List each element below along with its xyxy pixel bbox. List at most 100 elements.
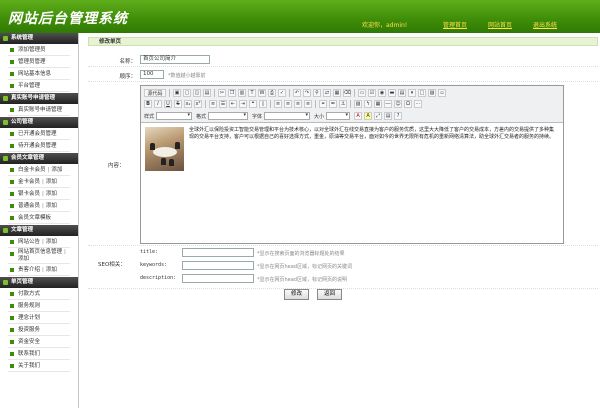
bold-icon[interactable]: B <box>144 100 152 108</box>
preview-icon[interactable]: ◫ <box>193 89 201 97</box>
sidebar-section-system[interactable]: 系统管理 <box>0 33 78 44</box>
sidebar-item-payment[interactable]: 付款方式 <box>8 289 70 300</box>
sidebar-item-real-account-manage[interactable]: 真实账号申请管理 <box>8 105 70 116</box>
align-right-icon[interactable]: ≡ <box>294 100 302 108</box>
image-button-icon[interactable]: ▨ <box>428 89 436 97</box>
align-center-icon[interactable]: ≡ <box>284 100 292 108</box>
subscript-icon[interactable]: x₂ <box>184 100 192 108</box>
sidebar-item-rules[interactable]: 服务规则 <box>8 301 70 312</box>
ordered-list-icon[interactable]: ≡ <box>209 100 217 108</box>
add-link[interactable]: 添加 <box>46 179 57 185</box>
add-link[interactable]: 添加 <box>46 267 57 273</box>
add-link[interactable]: 添加 <box>51 167 62 173</box>
print-icon[interactable]: ⎙ <box>268 89 276 97</box>
show-blocks-icon[interactable]: ▤ <box>384 112 393 120</box>
italic-icon[interactable]: I <box>154 100 162 108</box>
select-field-icon[interactable]: ▾ <box>408 89 416 97</box>
paste-text-icon[interactable]: T <box>248 89 256 97</box>
text-color-icon[interactable]: A <box>354 112 363 120</box>
page-break-icon[interactable]: ⋯ <box>414 100 422 108</box>
nav-logout-link[interactable]: 退出系统 <box>533 20 557 29</box>
sidebar-item-platform[interactable]: 平台管理 <box>8 81 70 92</box>
sidebar-item-site-info[interactable]: 网站基本信息 <box>8 69 70 80</box>
nav-admin-home-link[interactable]: 管理首页 <box>443 20 467 29</box>
bg-color-icon[interactable]: A <box>364 112 373 120</box>
sidebar-section-articles[interactable]: 文章管理 <box>0 225 78 236</box>
source-code-button[interactable]: 源代码 <box>144 89 166 97</box>
checkbox-icon[interactable]: ☑ <box>368 89 376 97</box>
sidebar-item-about[interactable]: 关于我们 <box>8 361 70 372</box>
font-select[interactable] <box>264 112 311 120</box>
order-input[interactable]: 100 <box>140 70 164 79</box>
seo-keywords-input[interactable] <box>182 261 254 270</box>
spellcheck-icon[interactable]: ✓ <box>278 89 286 97</box>
sidebar-item-pending-members[interactable]: 待开通会员管理 <box>8 141 70 152</box>
indent-icon[interactable]: ⇥ <box>239 100 247 108</box>
outdent-icon[interactable]: ⇤ <box>229 100 237 108</box>
blockquote-icon[interactable]: ❝ <box>249 100 257 108</box>
find-icon[interactable]: ⚲ <box>313 89 321 97</box>
sidebar-item-notice[interactable]: 网站公告 | 添加 <box>8 237 70 248</box>
special-char-icon[interactable]: Ω <box>404 100 412 108</box>
textarea-icon[interactable]: ▤ <box>398 89 406 97</box>
anchor-icon[interactable]: ⚓ <box>339 100 347 108</box>
undo-icon[interactable]: ↶ <box>293 89 301 97</box>
smiley-icon[interactable]: ☺ <box>394 100 402 108</box>
sidebar-item-gold[interactable]: 金卡会员 | 添加 <box>8 177 70 188</box>
align-left-icon[interactable]: ≡ <box>274 100 282 108</box>
sidebar-item-guest-intro[interactable]: 贵客介绍 | 添加 <box>8 265 70 276</box>
sidebar-section-company[interactable]: 公司管理 <box>0 117 78 128</box>
unlink-icon[interactable]: ⚮ <box>329 100 337 108</box>
new-page-icon[interactable]: ▢ <box>183 89 191 97</box>
radio-icon[interactable]: ◉ <box>378 89 386 97</box>
sidebar-item-admin-manage[interactable]: 管理员管理 <box>8 57 70 68</box>
seo-title-input[interactable] <box>182 248 254 257</box>
sidebar-section-single-page[interactable]: 单页管理 <box>0 277 78 288</box>
unordered-list-icon[interactable]: ☰ <box>219 100 227 108</box>
link-icon[interactable]: ⚭ <box>319 100 327 108</box>
sidebar-item-silver[interactable]: 银卡会员 | 添加 <box>8 189 70 200</box>
sidebar-item-opened-members[interactable]: 已开通会员管理 <box>8 129 70 140</box>
underline-icon[interactable]: U <box>164 100 172 108</box>
hr-icon[interactable]: ― <box>384 100 392 108</box>
add-link[interactable]: 添加 <box>46 239 57 245</box>
submit-button[interactable]: 修改 <box>284 289 310 300</box>
template-icon[interactable]: ▤ <box>203 89 211 97</box>
editor-content-area[interactable]: 全球外汇以保险投资工智能交易管理和平台为技术核心，以对全球外汇在线交易直接为客户… <box>141 124 563 243</box>
add-link[interactable]: 添加 <box>18 256 29 262</box>
sidebar-item-fund-safety[interactable]: 资金安全 <box>8 337 70 348</box>
sidebar-item-platinum[interactable]: 白金卡会员 | 添加 <box>8 165 70 176</box>
name-input[interactable]: 首页公司简介 <box>140 55 210 64</box>
add-link[interactable]: 添加 <box>46 191 57 197</box>
format-select[interactable] <box>208 112 249 120</box>
strike-icon[interactable]: S <box>174 100 182 108</box>
seo-description-input[interactable] <box>182 274 254 283</box>
justify-icon[interactable]: ≡ <box>304 100 312 108</box>
form-icon[interactable]: ▭ <box>358 89 366 97</box>
maximize-icon[interactable]: ⤢ <box>374 112 383 120</box>
table-icon[interactable]: ▦ <box>374 100 382 108</box>
flash-icon[interactable]: ϟ <box>364 100 372 108</box>
sidebar-item-regular[interactable]: 普通会员 | 添加 <box>8 201 70 212</box>
save-icon[interactable]: ▣ <box>173 89 181 97</box>
sidebar-section-member-articles[interactable]: 会员文章管理 <box>0 153 78 164</box>
sidebar-item-invest[interactable]: 投资服务 <box>8 325 70 336</box>
redo-icon[interactable]: ↷ <box>303 89 311 97</box>
style-select[interactable] <box>156 112 193 120</box>
back-button[interactable]: 返回 <box>317 289 343 300</box>
sidebar-section-real-account[interactable]: 真实账号申请管理 <box>0 93 78 104</box>
about-icon[interactable]: ? <box>394 112 403 120</box>
copy-icon[interactable]: ❐ <box>228 89 236 97</box>
sidebar-item-home-info[interactable]: 网站首页信息管理 | 添加 <box>8 249 70 264</box>
textfield-icon[interactable]: ▬ <box>388 89 396 97</box>
select-all-icon[interactable]: ▦ <box>333 89 341 97</box>
add-link[interactable]: 添加 <box>46 203 57 209</box>
nav-site-home-link[interactable]: 网站首页 <box>488 20 512 29</box>
sidebar-item-plan[interactable]: 理念计划 <box>8 313 70 324</box>
replace-icon[interactable]: ⇄ <box>323 89 331 97</box>
sidebar-item-add-admin[interactable]: 添加管理员 <box>8 45 70 56</box>
remove-format-icon[interactable]: ⌫ <box>343 89 351 97</box>
sidebar-item-article-template[interactable]: 会员文章模板 <box>8 213 70 224</box>
superscript-icon[interactable]: x² <box>194 100 202 108</box>
cut-icon[interactable]: ✂ <box>218 89 226 97</box>
